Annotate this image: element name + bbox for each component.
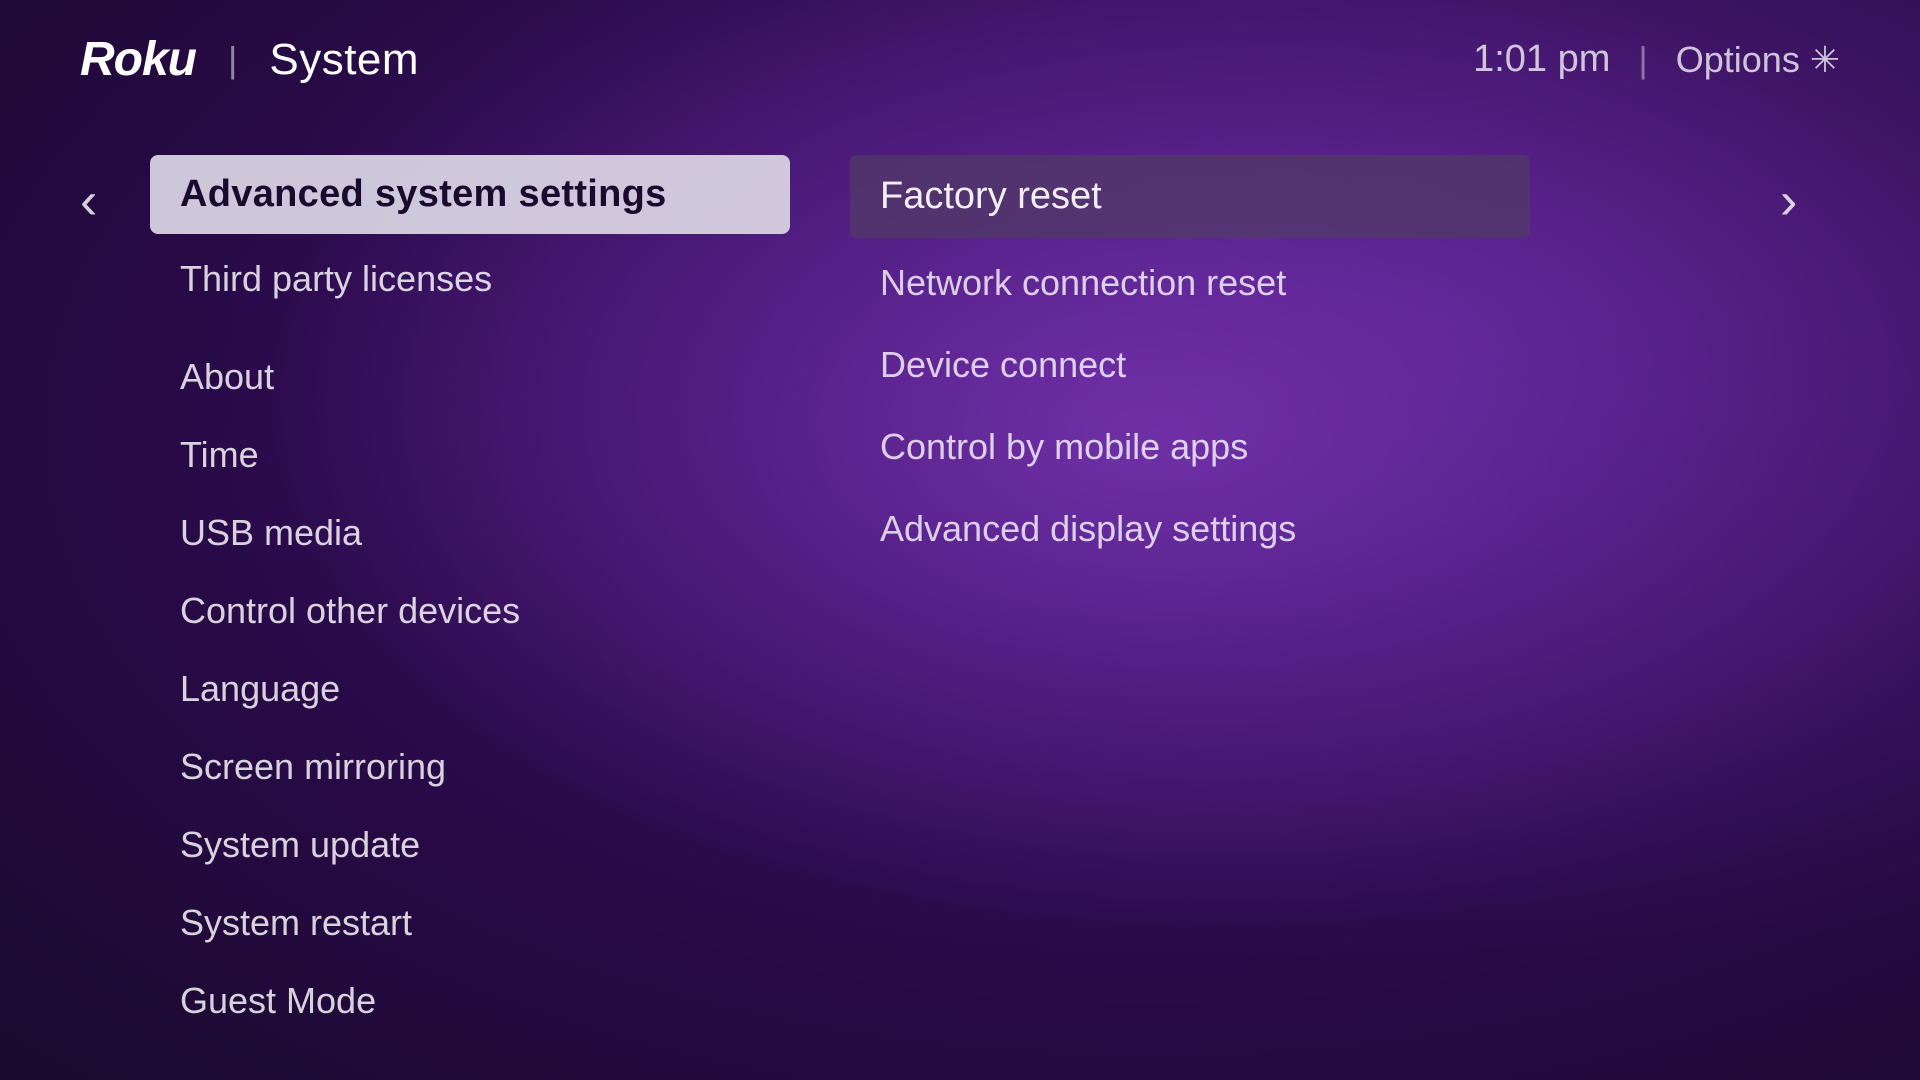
roku-logo: Roku — [80, 32, 196, 87]
clock: 1:01 pm — [1473, 38, 1610, 81]
options-label: Options — [1676, 39, 1800, 81]
third-party-licenses-label: Third party licenses — [180, 258, 492, 299]
right-item-control-by-mobile-apps[interactable]: Control by mobile apps — [850, 406, 1530, 488]
control-other-devices-label: Control other devices — [180, 590, 520, 631]
header-pipe: | — [1638, 39, 1647, 81]
control-by-mobile-apps-label: Control by mobile apps — [880, 426, 1248, 467]
menu-item-system-restart[interactable]: System restart — [150, 884, 790, 962]
advanced-system-settings-label: Advanced system settings — [180, 173, 667, 215]
options-button[interactable]: Options ✳ — [1676, 39, 1840, 81]
network-connection-reset-label: Network connection reset — [880, 262, 1286, 303]
menu-item-control-other-devices[interactable]: Control other devices — [150, 572, 790, 650]
right-item-advanced-display-settings[interactable]: Advanced display settings — [850, 488, 1530, 570]
menu-item-third-party-licenses[interactable]: Third party licenses — [150, 240, 790, 318]
right-item-factory-reset[interactable]: Factory reset — [850, 155, 1530, 238]
right-arrow-icon: › — [1780, 171, 1797, 231]
header-left: Roku | System — [80, 32, 419, 87]
menu-item-time[interactable]: Time — [150, 416, 790, 494]
time-label: Time — [180, 434, 259, 475]
about-label: About — [180, 356, 274, 397]
left-menu: Advanced system settings Third party lic… — [150, 155, 790, 1035]
menu-item-system-update[interactable]: System update — [150, 806, 790, 884]
usb-media-label: USB media — [180, 512, 362, 553]
nav-arrow-right[interactable]: › — [1780, 155, 1840, 1035]
page-title: System — [269, 35, 419, 85]
menu-item-usb-media[interactable]: USB media — [150, 494, 790, 572]
main-content: ‹ Advanced system settings Third party l… — [0, 115, 1920, 1075]
advanced-display-settings-label: Advanced display settings — [880, 508, 1296, 549]
menu-item-guest-mode[interactable]: Guest Mode — [150, 962, 790, 1040]
right-item-device-connect[interactable]: Device connect — [850, 324, 1530, 406]
menu-item-screen-mirroring[interactable]: Screen mirroring — [150, 728, 790, 806]
guest-mode-label: Guest Mode — [180, 980, 376, 1021]
header: Roku | System 1:01 pm | Options ✳ — [0, 0, 1920, 115]
system-restart-label: System restart — [180, 902, 412, 943]
system-update-label: System update — [180, 824, 420, 865]
header-divider: | — [228, 39, 237, 81]
device-connect-label: Device connect — [880, 344, 1126, 385]
menu-item-language[interactable]: Language — [150, 650, 790, 728]
factory-reset-label: Factory reset — [880, 175, 1102, 217]
right-menu: Factory reset Network connection reset D… — [850, 155, 1530, 1035]
menu-item-advanced-system-settings[interactable]: Advanced system settings — [150, 155, 790, 234]
left-arrow-icon: ‹ — [80, 171, 97, 231]
nav-arrow-left[interactable]: ‹ — [80, 155, 140, 1035]
language-label: Language — [180, 668, 340, 709]
menu-item-about[interactable]: About — [150, 338, 790, 416]
right-item-network-connection-reset[interactable]: Network connection reset — [850, 242, 1530, 324]
header-right: 1:01 pm | Options ✳ — [1473, 38, 1840, 81]
asterisk-icon: ✳ — [1810, 39, 1840, 81]
screen-mirroring-label: Screen mirroring — [180, 746, 446, 787]
